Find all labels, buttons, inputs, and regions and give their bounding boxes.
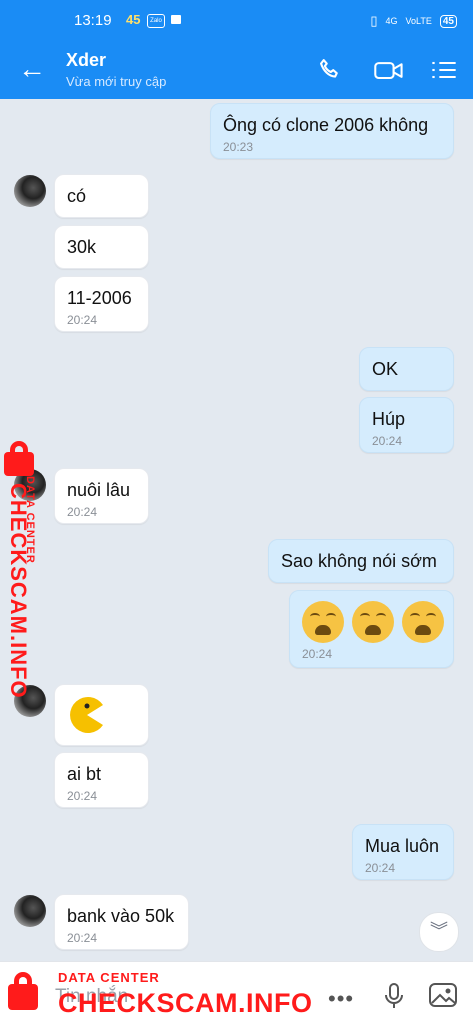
message-time: 20:24 <box>302 647 333 661</box>
message-time: 20:23 <box>223 140 254 154</box>
volte-label: VoLTE <box>405 16 432 26</box>
message-time: 20:24 <box>67 313 98 327</box>
message-text: Ông có clone 2006 không <box>223 115 429 135</box>
message-text: OK <box>372 359 399 379</box>
watermark-site: CHECKSCAM.INFO <box>58 988 313 1018</box>
message-bubble-outgoing[interactable]: Mua luôn 20:24 <box>352 824 454 880</box>
status-bar: 13:19 45 Zalo ▯ 4G VoLTE 45 <box>0 0 473 42</box>
phone-call-icon[interactable] <box>316 56 344 84</box>
message-bubble-incoming[interactable]: nuôi lâu 20:24 <box>54 468 149 524</box>
message-text: có <box>67 186 87 206</box>
message-text: bank vào 50k <box>67 906 175 926</box>
network-label: 4G <box>385 16 398 26</box>
image-icon <box>171 15 181 24</box>
weary-face-icon <box>402 601 444 643</box>
zalo-icon: Zalo <box>147 14 165 28</box>
message-text: Sao không nói sớm <box>281 551 437 571</box>
message-bubble-incoming[interactable] <box>54 684 149 746</box>
message-time: 20:24 <box>67 789 98 803</box>
scroll-to-bottom-button[interactable]: ︾ <box>419 912 459 952</box>
vibrate-icon: ▯ <box>370 13 378 28</box>
system-icons: ▯ 4G VoLTE 45 <box>370 13 457 29</box>
weary-face-icon <box>352 601 394 643</box>
message-text: nuôi lâu <box>67 480 131 500</box>
message-bubble-incoming[interactable]: 30k <box>54 225 149 269</box>
message-text: ai bt <box>67 764 102 784</box>
weary-face-icon <box>302 601 344 643</box>
emoji-row <box>302 601 444 643</box>
notification-count: 45 <box>126 12 141 27</box>
message-text: 30k <box>67 237 97 257</box>
message-bubble-outgoing[interactable]: Sao không nói sớm <box>268 539 454 583</box>
contact-name[interactable]: Xder <box>66 50 106 71</box>
back-arrow-icon[interactable]: ← <box>18 54 46 84</box>
contact-avatar[interactable] <box>14 175 46 207</box>
message-composer: Tin nhắn ••• DATA CENTER CHECKSCAM.INFO <box>0 961 473 1025</box>
more-options-icon[interactable]: ••• <box>328 986 354 1012</box>
lock-watermark-icon <box>8 972 38 1010</box>
chat-header: ← Xder Vừa mới truy cập <box>0 42 473 99</box>
message-bubble-incoming[interactable]: bank vào 50k 20:24 <box>54 894 189 950</box>
microphone-icon[interactable] <box>382 982 406 1010</box>
message-text: Húp <box>372 409 406 429</box>
message-time: 20:24 <box>365 861 396 875</box>
message-bubble-outgoing[interactable]: Ông có clone 2006 không 20:23 <box>210 103 454 159</box>
double-chevron-down-icon: ︾ <box>430 921 448 941</box>
watermark-label-vertical: DATA CENTER <box>24 476 36 564</box>
message-time: 20:24 <box>67 931 98 945</box>
message-time: 20:24 <box>372 434 403 448</box>
message-bubble-incoming[interactable]: 11-2006 20:24 <box>54 276 149 332</box>
message-time: 20:24 <box>67 505 98 519</box>
lock-watermark-icon <box>4 441 34 476</box>
message-bubble-incoming[interactable]: có <box>54 174 149 218</box>
menu-list-icon[interactable] <box>430 56 458 84</box>
pacman-sticker-icon <box>70 697 103 733</box>
video-call-icon[interactable] <box>373 56 405 84</box>
clock: 13:19 <box>74 12 112 29</box>
message-list[interactable]: Ông có clone 2006 không 20:23 có 30k 11-… <box>0 99 473 961</box>
message-bubble-outgoing[interactable]: 20:24 <box>289 590 454 668</box>
contact-avatar[interactable] <box>14 895 46 927</box>
battery-icon: 45 <box>439 14 457 28</box>
message-text: Mua luôn <box>365 836 440 856</box>
contact-status: Vừa mới truy cập <box>66 74 167 89</box>
watermark-label: DATA CENTER <box>58 970 160 985</box>
message-bubble-incoming[interactable]: ai bt 20:24 <box>54 752 149 808</box>
message-bubble-outgoing[interactable]: Húp 20:24 <box>359 397 454 453</box>
message-text: 11-2006 <box>67 288 132 308</box>
message-bubble-outgoing[interactable]: OK <box>359 347 454 391</box>
image-gallery-icon[interactable] <box>428 982 458 1008</box>
